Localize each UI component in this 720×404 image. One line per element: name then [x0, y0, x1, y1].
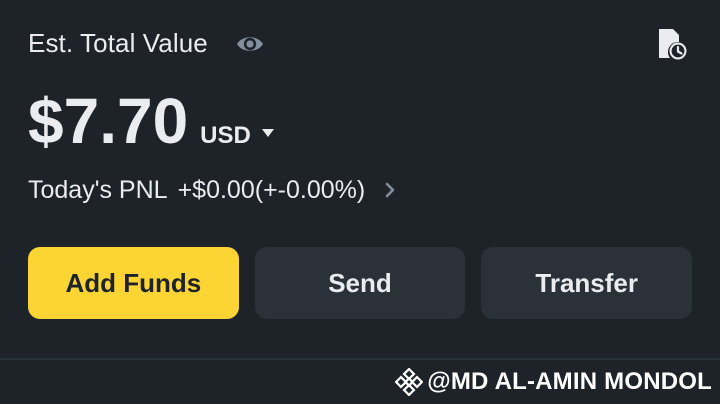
caret-down-icon [261, 129, 274, 137]
transfer-button[interactable]: Transfer [481, 247, 693, 319]
binance-logo-icon [395, 368, 424, 396]
balance-header: Est. Total Value [28, 26, 692, 66]
pnl-value: +$0.00(+-0.00%) [177, 175, 366, 204]
pnl-row[interactable]: Today's PNL +$0.00(+-0.00%) [28, 172, 397, 208]
section-divider [0, 358, 720, 360]
watermark-text: @MD AL-AMIN MONDOL [427, 368, 712, 395]
watermark: @MD AL-AMIN MONDOL [395, 366, 712, 398]
add-funds-button[interactable]: Add Funds [28, 247, 239, 319]
currency-label: USD [200, 122, 251, 149]
send-button[interactable]: Send [254, 247, 466, 319]
balance-row: $7.70 USD [28, 84, 275, 157]
currency-selector[interactable]: USD [200, 122, 275, 150]
balance-amount: $7.70 [28, 85, 189, 157]
eye-icon[interactable] [234, 30, 266, 58]
action-buttons: Add Funds Send Transfer [28, 247, 693, 319]
chevron-right-icon [385, 182, 395, 198]
pnl-label: Today's PNL [28, 175, 168, 204]
document-clock-icon[interactable] [656, 26, 688, 62]
header-title: Est. Total Value [28, 28, 208, 58]
